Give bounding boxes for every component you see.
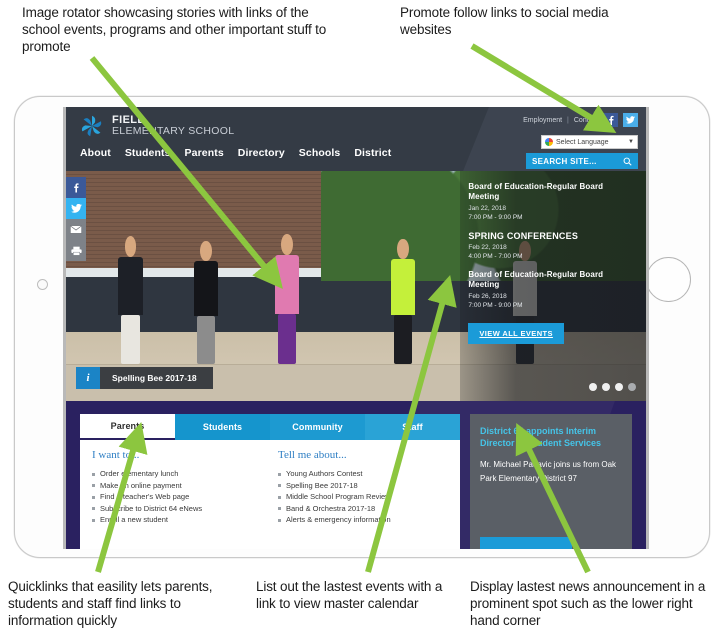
news-headline: District 64 appoints Interim Director of… <box>480 426 602 448</box>
news-panel[interactable]: District 64 appoints Interim Director of… <box>470 414 632 549</box>
event-item[interactable]: Board of Education-Regular Board Meeting… <box>468 182 634 221</box>
carousel-dot[interactable] <box>589 383 597 391</box>
news-body: Mr. Michael Padavic joins us from Oak Pa… <box>480 460 617 483</box>
contact-link[interactable]: Contact <box>574 117 598 124</box>
hero-caption-text: Spelling Bee 2017-18 <box>100 367 213 389</box>
language-label: Select Language <box>556 138 609 146</box>
quicklink-item[interactable]: Find a teacher's Web page <box>92 491 262 503</box>
main-nav: About Students Parents Directory Schools… <box>80 147 391 159</box>
annotation-news: Display lastest news announcement in a p… <box>470 579 706 628</box>
twitter-icon[interactable] <box>623 113 638 127</box>
tab-staff[interactable]: Staff <box>365 414 460 440</box>
event-item[interactable]: Board of Education-Regular Board Meeting… <box>468 270 634 309</box>
quicklink-item[interactable]: Middle School Program Review <box>278 491 448 503</box>
hero-image-rotator[interactable]: i Spelling Bee 2017-18 Board of Educatio… <box>66 171 646 401</box>
email-share-icon[interactable] <box>66 219 86 240</box>
events-panel: Board of Education-Regular Board Meeting… <box>460 171 646 401</box>
browser-screen: FIELD ELEMENTARY SCHOOL About Students P… <box>63 107 649 549</box>
search-placeholder: SEARCH SITE... <box>532 156 597 166</box>
carousel-dots <box>589 383 636 391</box>
column-heading: I want to... <box>92 449 140 461</box>
logo-line-2: ELEMENTARY SCHOOL <box>112 125 235 137</box>
nav-item-about[interactable]: About <box>80 147 111 159</box>
chevron-down-icon: ▼ <box>628 139 634 145</box>
carousel-dot[interactable] <box>628 383 636 391</box>
utility-separator: | <box>567 116 569 124</box>
language-selector[interactable]: Select Language ▼ <box>541 135 638 149</box>
search-input[interactable]: SEARCH SITE... <box>526 153 638 169</box>
quicklink-item[interactable]: Spelling Bee 2017-18 <box>278 480 448 492</box>
hero-caption[interactable]: i Spelling Bee 2017-18 <box>76 367 213 389</box>
nav-item-schools[interactable]: Schools <box>299 147 341 159</box>
quicklink-item[interactable]: Young Authors Contest <box>278 468 448 480</box>
tab-students[interactable]: Students <box>175 414 270 440</box>
lower-section: Parents Students Community Staff I want … <box>66 401 646 549</box>
carousel-dot[interactable] <box>615 383 623 391</box>
quicklink-item[interactable]: Order elementary lunch <box>92 468 262 480</box>
tablet-home-button[interactable] <box>646 257 691 302</box>
event-title: Board of Education-Regular Board Meeting <box>468 182 604 201</box>
facebook-share-icon[interactable] <box>66 177 86 198</box>
nav-item-district[interactable]: District <box>354 147 391 159</box>
quicklinks-tabs: Parents Students Community Staff <box>80 414 460 440</box>
event-time: 7:00 PM - 9:00 PM <box>468 302 523 309</box>
quicklink-item[interactable]: Enroll a new student <box>92 514 262 526</box>
quicklinks-panel: Parents Students Community Staff I want … <box>80 414 460 549</box>
event-time: 7:00 PM - 9:00 PM <box>468 214 523 221</box>
twitter-share-icon[interactable] <box>66 198 86 219</box>
annotation-image-rotator: Image rotator showcasing stories with li… <box>22 5 327 54</box>
site-logo[interactable]: FIELD ELEMENTARY SCHOOL <box>80 114 234 138</box>
event-date: Feb 26, 2018 <box>468 293 507 300</box>
carousel-dot[interactable] <box>602 383 610 391</box>
news-read-more-button[interactable] <box>480 537 572 549</box>
site-header: FIELD ELEMENTARY SCHOOL About Students P… <box>66 107 646 171</box>
event-date: Feb 22, 2018 <box>468 244 507 251</box>
quicklink-item[interactable]: Band & Orchestra 2017-18 <box>278 503 448 515</box>
quicklinks-column-i-want-to: I want to... Order elementary lunch Make… <box>92 449 262 526</box>
tab-parents[interactable]: Parents <box>80 414 175 440</box>
print-icon[interactable] <box>66 240 86 261</box>
tablet-camera-icon <box>37 279 48 290</box>
annotation-social-links: Promote follow links to social media web… <box>400 5 609 37</box>
event-item[interactable]: SPRING CONFERENCES Feb 22, 2018 4:00 PM … <box>468 231 634 260</box>
view-all-events-button[interactable]: VIEW ALL EVENTS <box>468 323 564 344</box>
quicklinks-column-tell-me-about: Tell me about... Young Authors Contest S… <box>278 449 448 526</box>
nav-item-students[interactable]: Students <box>125 147 171 159</box>
header-utility-area: Employment | Contact Select Language ▼ S… <box>523 113 638 169</box>
nav-item-directory[interactable]: Directory <box>238 147 285 159</box>
pinwheel-logo-icon <box>81 115 102 137</box>
annotation-events-list: List out the lastest events with a link … <box>256 579 443 611</box>
quicklink-item[interactable]: Alerts & emergency information <box>278 514 448 526</box>
info-icon: i <box>76 367 100 389</box>
column-heading: Tell me about... <box>278 449 347 461</box>
facebook-icon[interactable] <box>603 113 618 127</box>
quicklinks-columns: I want to... Order elementary lunch Make… <box>80 440 460 526</box>
annotation-quicklinks: Quicklinks that easility lets parents, s… <box>8 579 213 628</box>
social-share-rail <box>66 177 86 261</box>
utility-links: Employment | Contact <box>523 113 638 127</box>
tablet-frame: FIELD ELEMENTARY SCHOOL About Students P… <box>14 96 710 558</box>
event-time: 4:00 PM - 7:00 PM <box>468 253 523 260</box>
event-title: Board of Education-Regular Board Meeting <box>468 270 604 289</box>
quicklink-item[interactable]: Make an online payment <box>92 480 262 492</box>
employment-link[interactable]: Employment <box>523 117 562 124</box>
tab-community[interactable]: Community <box>270 414 365 440</box>
nav-item-parents[interactable]: Parents <box>185 147 224 159</box>
quicklink-item[interactable]: Subscribe to District 64 eNews <box>92 503 262 515</box>
event-title: SPRING CONFERENCES <box>468 231 579 241</box>
event-date: Jan 22, 2018 <box>468 205 506 212</box>
search-icon <box>623 157 632 166</box>
google-translate-icon <box>545 138 553 146</box>
